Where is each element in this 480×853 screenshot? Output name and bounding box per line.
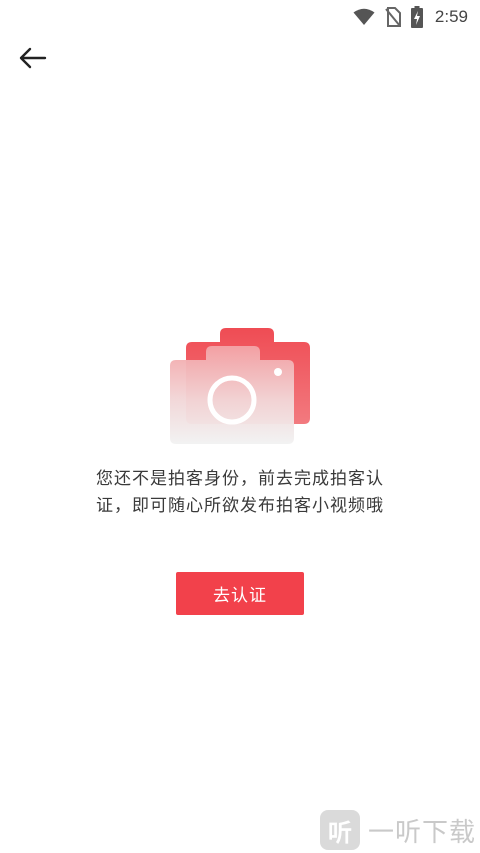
camera-illustration xyxy=(168,322,314,446)
empty-state-message: 您还不是拍客身份，前去完成拍客认证，即可随心所欲发布拍客小视频哦 xyxy=(96,469,384,516)
verify-button[interactable]: 去认证 xyxy=(176,572,304,615)
toolbar xyxy=(0,34,480,86)
status-icons: 2:59 xyxy=(353,5,468,29)
watermark: 听 一听下载 xyxy=(320,808,476,852)
arrow-left-icon xyxy=(17,46,47,74)
watermark-logo: 听 xyxy=(320,810,360,850)
wifi-icon xyxy=(353,8,375,26)
camera-icon xyxy=(168,328,314,450)
back-button[interactable] xyxy=(12,44,52,76)
no-sim-icon xyxy=(385,7,401,27)
watermark-text: 一听下载 xyxy=(368,817,477,848)
status-bar: 2:59 xyxy=(0,0,480,34)
status-time: 2:59 xyxy=(434,7,468,26)
battery-charging-icon xyxy=(410,6,423,28)
